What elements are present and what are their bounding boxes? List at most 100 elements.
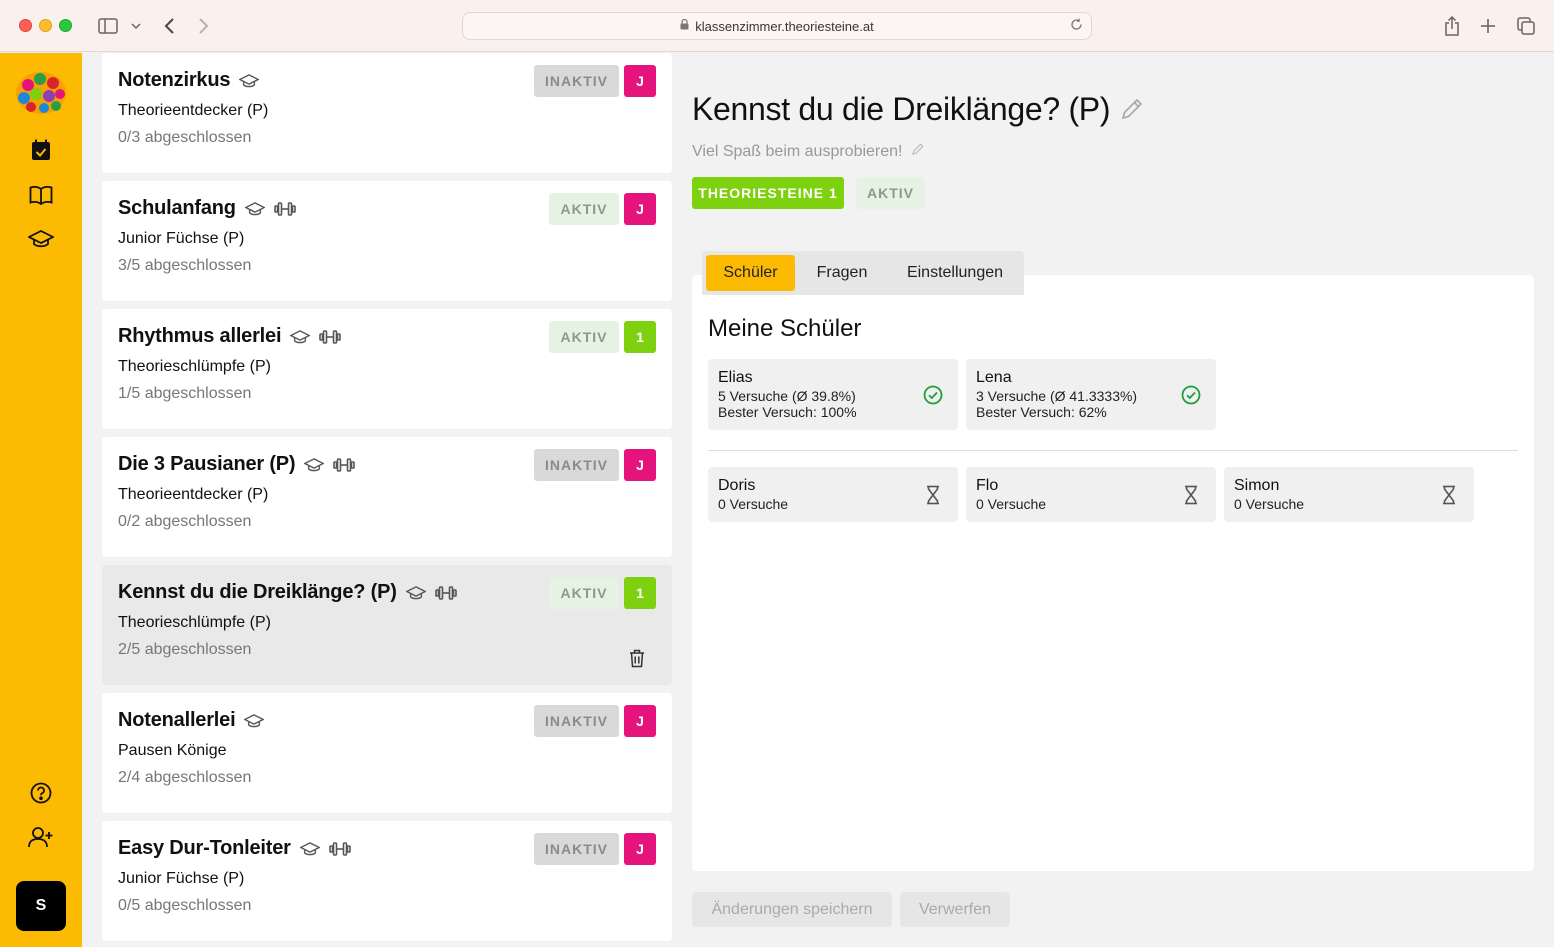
assignment-card[interactable]: Die 3 Pausianer (P) Theorieentdecker (P) 0… (102, 437, 672, 557)
status-badge[interactable]: INAKTIV (534, 449, 619, 481)
edit-subtitle-pencil-icon[interactable] (911, 142, 925, 161)
discard-button[interactable]: Verwerfen (900, 892, 1010, 927)
card-title: Easy Dur-Tonleiter (118, 837, 291, 859)
card-group: Junior Füchse (P) (118, 230, 245, 247)
card-title-row: Die 3 Pausianer (P) (118, 453, 356, 476)
student-attempts: 0 Versuche (718, 496, 789, 512)
subtitle: Viel Spaß beim ausprobieren! (692, 142, 925, 161)
graduation-cap-icon (405, 582, 427, 604)
status-badge[interactable]: AKTIV (549, 193, 619, 225)
page-title: Kennst du die Dreiklänge? (P) (692, 91, 1111, 127)
card-title-row: Notenallerlei (118, 709, 265, 732)
card-progress: 0/3 abgeschlossen (118, 129, 252, 146)
app-logo[interactable] (14, 67, 68, 117)
card-title: Kennst du die Dreiklänge? (P) (118, 581, 397, 603)
assignment-list: Notenzirkus Theorieentdecker (P) 0/3 abges… (102, 53, 672, 947)
hourglass-icon (1438, 484, 1460, 506)
user-plus-icon[interactable] (27, 823, 55, 851)
student-name: Flo (976, 477, 999, 494)
student-name: Elias (718, 369, 753, 386)
student-card-completed[interactable]: Elias 5 Versuche (Ø 39.8%) Bester Versuc… (708, 359, 958, 430)
card-progress: 0/2 abgeschlossen (118, 513, 252, 530)
dumbbell-icon (319, 326, 342, 348)
dumbbell-icon (333, 454, 356, 476)
trash-icon[interactable] (626, 647, 648, 669)
graduation-cap-icon (243, 710, 265, 732)
card-progress: 0/5 abgeschlossen (118, 897, 252, 914)
assignment-card[interactable]: Notenallerlei Pausen Könige 2/4 abgeschlos… (102, 693, 672, 813)
assignment-card[interactable]: Rhythmus allerlei Theorieschlümpfe (P) 1/5… (102, 309, 672, 429)
status-badge[interactable]: INAKTIV (534, 833, 619, 865)
group-pill: THEORIESTEINE 1 (692, 177, 844, 209)
user-avatar-button[interactable]: S (16, 881, 66, 931)
check-circle-icon (1180, 384, 1202, 406)
card-title: Schulanfang (118, 197, 236, 219)
close-window-button[interactable] (19, 19, 32, 32)
dumbbell-icon (274, 198, 296, 220)
dumbbell-icon (434, 582, 457, 604)
hourglass-icon (1180, 484, 1202, 506)
chevron-down-icon[interactable] (124, 14, 148, 38)
share-icon[interactable] (1440, 14, 1464, 38)
card-title: Notenzirkus (118, 69, 231, 91)
group-tag: J (624, 65, 656, 97)
card-title-row: Schulanfang (118, 197, 296, 220)
back-icon[interactable] (157, 14, 181, 38)
group-tag: J (624, 705, 656, 737)
check-circle-icon (922, 384, 944, 406)
graduation-cap-icon (238, 70, 260, 92)
assignment-card[interactable]: Kennst du die Dreiklänge? (P) Theorieschl… (102, 565, 672, 685)
address-bar[interactable]: klassenzimmer.theoriesteine.at (462, 12, 1092, 40)
assignment-card[interactable]: Schulanfang Junior Füchse (P) 3/5 abgeschl… (102, 181, 672, 301)
lock-icon (680, 18, 689, 33)
sidebar-toggle-icon[interactable] (96, 14, 120, 38)
student-card-pending[interactable]: Simon 0 Versuche (1224, 467, 1474, 522)
student-name: Doris (718, 477, 756, 494)
group-tag: J (624, 449, 656, 481)
card-progress: 1/5 abgeschlossen (118, 385, 252, 402)
forward-icon[interactable] (192, 14, 216, 38)
status-badge[interactable]: AKTIV (549, 321, 619, 353)
status-badge[interactable]: INAKTIV (534, 65, 619, 97)
card-title-row: Easy Dur-Tonleiter (118, 837, 351, 860)
assignment-card[interactable]: Notenzirkus Theorieentdecker (P) 0/3 abges… (102, 53, 672, 173)
card-group: Theorieschlümpfe (P) (118, 614, 271, 631)
minimize-window-button[interactable] (39, 19, 52, 32)
card-title: Notenallerlei (118, 709, 236, 731)
status-badge[interactable]: AKTIV (549, 577, 619, 609)
status-pill[interactable]: AKTIV (856, 177, 925, 209)
assignment-card[interactable]: Easy Dur-Tonleiter Junior Füchse (P) 0/5 a… (102, 821, 672, 941)
help-circle-icon[interactable] (27, 779, 55, 807)
card-group: Theorieentdecker (P) (118, 486, 269, 503)
url-text: klassenzimmer.theoriesteine.at (695, 18, 874, 34)
detail-tabs: Schüler Fragen Einstellungen (702, 251, 1024, 295)
status-badge[interactable]: INAKTIV (534, 705, 619, 737)
tab-schueler[interactable]: Schüler (706, 255, 795, 291)
new-tab-icon[interactable] (1476, 14, 1500, 38)
card-group: Junior Füchse (P) (118, 870, 245, 887)
student-best: Bester Versuch: 62% (976, 404, 1107, 420)
calendar-check-icon[interactable] (27, 136, 55, 164)
reload-icon[interactable] (1070, 18, 1083, 34)
group-tag: 1 (624, 577, 656, 609)
tab-overview-icon[interactable] (1514, 14, 1538, 38)
card-title: Rhythmus allerlei (118, 325, 282, 347)
student-card-pending[interactable]: Doris 0 Versuche (708, 467, 958, 522)
divider (708, 450, 1518, 451)
student-attempts: 5 Versuche (Ø 39.8%) (718, 388, 856, 404)
graduation-cap-icon[interactable] (27, 225, 55, 253)
graduation-cap-icon (244, 198, 266, 220)
zoom-window-button[interactable] (59, 19, 72, 32)
card-group: Pausen Könige (118, 742, 227, 759)
edit-title-pencil-icon[interactable] (1118, 95, 1146, 123)
book-open-icon[interactable] (27, 181, 55, 209)
student-attempts: 0 Versuche (1234, 496, 1305, 512)
student-name: Lena (976, 369, 1012, 386)
student-card-completed[interactable]: Lena 3 Versuche (Ø 41.3333%) Bester Vers… (966, 359, 1216, 430)
app-sidebar: S (0, 53, 82, 947)
tab-fragen[interactable]: Fragen (804, 255, 880, 291)
save-changes-button[interactable]: Änderungen speichern (692, 892, 892, 927)
group-tag: 1 (624, 321, 656, 353)
tab-einstellungen[interactable]: Einstellungen (898, 255, 1012, 291)
student-card-pending[interactable]: Flo 0 Versuche (966, 467, 1216, 522)
